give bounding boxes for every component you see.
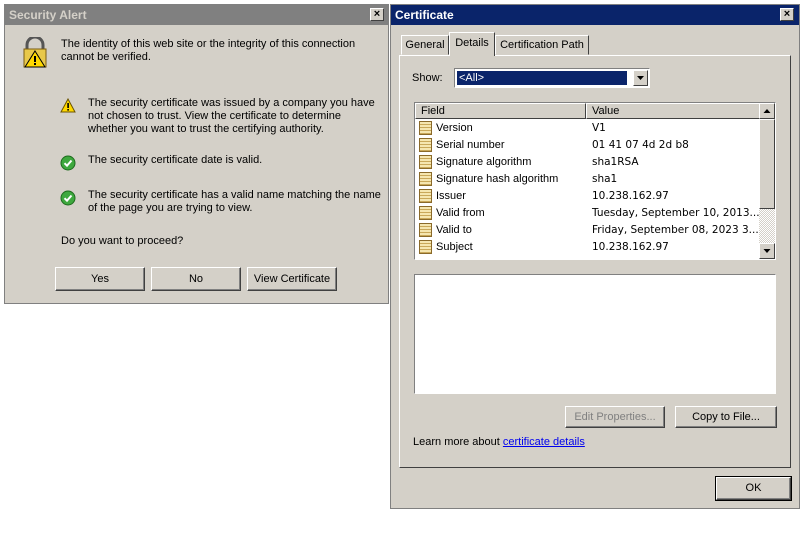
no-button[interactable]: No bbox=[151, 267, 241, 291]
certificate-close-button[interactable]: × bbox=[780, 8, 794, 21]
check-icon bbox=[60, 155, 76, 171]
row-value: 10.238.162.97 bbox=[592, 241, 669, 253]
table-row[interactable]: Signature algorithm sha1RSA bbox=[415, 154, 760, 171]
table-row[interactable]: Serial number 01 41 07 4d 2d b8 bbox=[415, 137, 760, 154]
security-lock-icon bbox=[21, 35, 49, 69]
check-icon bbox=[60, 190, 76, 206]
certificate-titlebar[interactable]: Certificate bbox=[391, 5, 799, 25]
row-value: Tuesday, September 10, 2013... bbox=[592, 207, 760, 219]
row-value: 10.238.162.97 bbox=[592, 190, 669, 202]
certificate-title: Certificate bbox=[395, 8, 454, 22]
learn-more-prefix: Learn more about bbox=[413, 436, 500, 448]
security-alert-titlebar[interactable]: Security Alert bbox=[5, 5, 388, 25]
certificate-field-icon bbox=[419, 121, 432, 135]
security-alert-close-button[interactable]: × bbox=[370, 8, 384, 21]
view-certificate-button[interactable]: View Certificate bbox=[247, 267, 337, 291]
row-field: Valid from bbox=[436, 207, 485, 219]
row-field: Valid to bbox=[436, 224, 472, 236]
show-select[interactable]: <All> bbox=[454, 68, 650, 88]
row-field: Subject bbox=[436, 241, 473, 253]
table-row[interactable]: Subject 10.238.162.97 bbox=[415, 239, 760, 256]
column-header-field[interactable]: Field bbox=[415, 103, 586, 119]
certificate-field-icon bbox=[419, 138, 432, 152]
ok-button[interactable]: OK bbox=[715, 476, 792, 501]
row-value: Friday, September 08, 2023 3... bbox=[592, 224, 759, 236]
certificate-field-icon bbox=[419, 172, 432, 186]
tab-certification-path[interactable]: Certification Path bbox=[495, 35, 589, 55]
column-header-value-label: Value bbox=[592, 105, 620, 117]
field-detail-box[interactable] bbox=[414, 274, 776, 394]
alert-item-text: The security certificate has a valid nam… bbox=[88, 189, 381, 214]
copy-to-file-button[interactable]: Copy to File... bbox=[675, 406, 777, 428]
list-scrollbar[interactable] bbox=[759, 103, 775, 259]
column-header-field-label: Field bbox=[421, 105, 445, 117]
row-value: sha1 bbox=[592, 173, 618, 185]
table-row[interactable]: Version V1 bbox=[415, 120, 760, 137]
security-alert-window: Security Alert × The identity of this we… bbox=[4, 4, 389, 304]
yes-button[interactable]: Yes bbox=[55, 267, 145, 291]
table-row[interactable]: Valid to Friday, September 08, 2023 3... bbox=[415, 222, 760, 239]
certificate-window: Certificate × General Details Certificat… bbox=[390, 4, 800, 509]
row-field: Issuer bbox=[436, 190, 466, 202]
column-header-value[interactable]: Value bbox=[586, 103, 760, 119]
details-panel: Show: <All> Field Value Version V1 Seria… bbox=[399, 55, 791, 468]
security-alert-title: Security Alert bbox=[9, 8, 87, 22]
edit-properties-button[interactable]: Edit Properties... bbox=[565, 406, 665, 428]
rows-container: Version V1 Serial number 01 41 07 4d 2d … bbox=[415, 120, 760, 258]
row-field: Signature hash algorithm bbox=[436, 173, 559, 185]
close-icon: × bbox=[373, 8, 381, 20]
row-field: Signature algorithm bbox=[436, 156, 532, 168]
intro-text: The identity of this web site or the int… bbox=[61, 38, 356, 63]
scroll-up-button[interactable] bbox=[759, 103, 775, 119]
chevron-down-icon[interactable] bbox=[633, 70, 648, 86]
scroll-thumb[interactable] bbox=[759, 119, 775, 209]
row-value: sha1RSA bbox=[592, 156, 639, 168]
row-field: Version bbox=[436, 122, 473, 134]
row-value: V1 bbox=[592, 122, 606, 134]
row-field: Serial number bbox=[436, 139, 505, 151]
row-value: 01 41 07 4d 2d b8 bbox=[592, 139, 689, 151]
table-row[interactable]: Signature hash algorithm sha1 bbox=[415, 171, 760, 188]
certificate-details-link[interactable]: certificate details bbox=[503, 436, 585, 448]
certificate-field-icon bbox=[419, 223, 432, 237]
alert-item-text: The security certificate was issued by a… bbox=[88, 97, 375, 135]
learn-more-text: Learn more about certificate details bbox=[413, 436, 585, 448]
certificate-field-icon bbox=[419, 155, 432, 169]
fields-list[interactable]: Field Value Version V1 Serial number 01 … bbox=[414, 102, 776, 260]
certificate-field-icon bbox=[419, 206, 432, 220]
close-icon: × bbox=[783, 8, 791, 20]
proceed-question: Do you want to proceed? bbox=[61, 235, 184, 247]
table-row[interactable]: Issuer 10.238.162.97 bbox=[415, 188, 760, 205]
table-row[interactable]: Valid from Tuesday, September 10, 2013..… bbox=[415, 205, 760, 222]
warning-icon bbox=[60, 97, 76, 114]
show-label: Show: bbox=[412, 72, 443, 84]
certificate-field-icon bbox=[419, 189, 432, 203]
scroll-down-button[interactable] bbox=[759, 243, 775, 259]
tab-general[interactable]: General bbox=[401, 35, 449, 55]
show-select-value: <All> bbox=[457, 71, 627, 85]
alert-item-text: The security certificate date is valid. bbox=[88, 154, 263, 166]
tab-details[interactable]: Details bbox=[449, 32, 495, 56]
certificate-field-icon bbox=[419, 240, 432, 254]
